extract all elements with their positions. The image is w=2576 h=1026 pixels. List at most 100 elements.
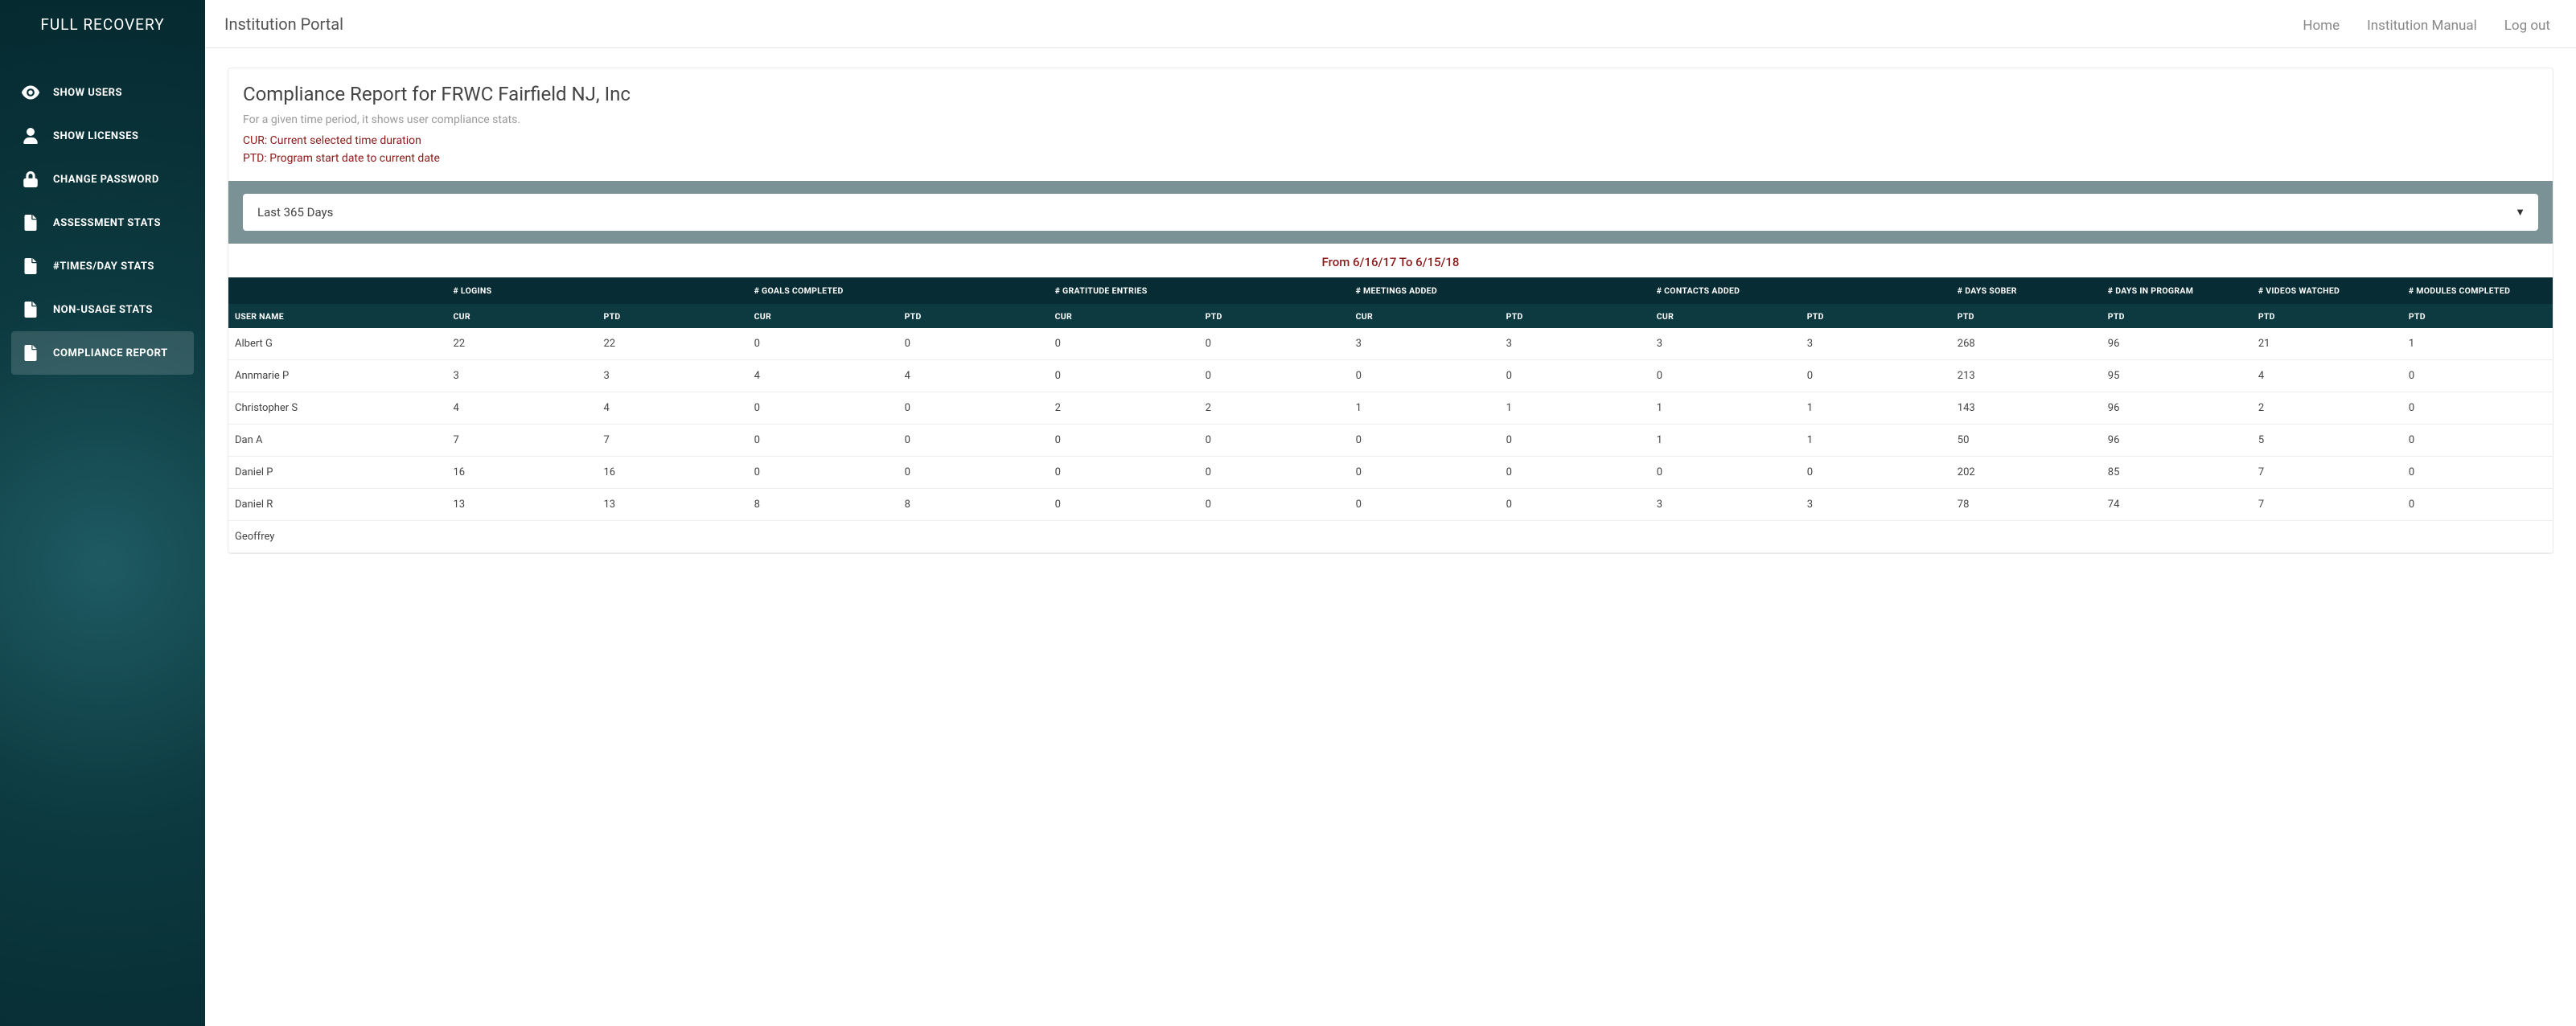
sidebar-item-change-password[interactable]: CHANGE PASSWORD (11, 158, 194, 201)
cell-value (2101, 521, 2252, 553)
cell-value: 78 (1951, 489, 2101, 521)
table-row: Dan A7700000011509650 (228, 425, 2553, 457)
cell-value: 0 (1500, 425, 1650, 457)
cell-value (898, 521, 1049, 553)
cell-value: 96 (2101, 328, 2252, 360)
cell-value (1199, 521, 1350, 553)
column-sub-header: PTD (1500, 305, 1650, 329)
column-group-header: # DAYS SOBER (1951, 277, 2101, 305)
cell-value: 0 (1199, 360, 1350, 392)
column-group-header: # VIDEOS WATCHED (2252, 277, 2402, 305)
cell-value: 16 (598, 457, 748, 489)
cell-value (1951, 521, 2101, 553)
cell-value: 0 (898, 457, 1049, 489)
compliance-panel: Compliance Report for FRWC Fairfield NJ,… (228, 68, 2553, 554)
sidebar-item-show-users[interactable]: SHOW USERS (11, 71, 194, 114)
cell-value: 0 (1350, 425, 1500, 457)
cell-value: 4 (898, 360, 1049, 392)
cell-value (1801, 521, 1951, 553)
cell-value: 50 (1951, 425, 2101, 457)
cell-value (2252, 521, 2402, 553)
sidebar-item-assessment-stats[interactable]: ASSESSMENT STATS (11, 201, 194, 244)
cell-value: 1 (1350, 392, 1500, 425)
cell-value: 0 (748, 328, 898, 360)
cell-value (1049, 521, 1199, 553)
cell-user-name: Christopher S (228, 392, 446, 425)
lock-icon (21, 170, 40, 189)
brand-title: FULL RECOVERY (0, 0, 205, 48)
cell-value: 1 (2402, 328, 2553, 360)
cell-value: 0 (1199, 425, 1350, 457)
cell-value: 1 (1801, 392, 1951, 425)
file-icon (21, 343, 40, 363)
time-selector-bar: Last 365 Days ▼ (228, 181, 2553, 244)
cell-user-name: Geoffrey (228, 521, 446, 553)
portal-title: Institution Portal (224, 14, 343, 34)
cell-value: 0 (2402, 392, 2553, 425)
compliance-table: # LOGINS# GOALS COMPLETED# GRATITUDE ENT… (228, 277, 2553, 553)
cell-value: 143 (1951, 392, 2101, 425)
sidebar-item-non-usage-stats[interactable]: NON-USAGE STATS (11, 288, 194, 331)
column-group-header (228, 277, 446, 305)
sidebar-item-compliance-report[interactable]: COMPLIANCE REPORT (11, 331, 194, 375)
column-sub-header: CUR (1049, 305, 1199, 329)
cell-value: 3 (1801, 328, 1951, 360)
column-sub-header: PTD (2402, 305, 2553, 329)
cell-value (1500, 521, 1650, 553)
cell-value: 22 (446, 328, 597, 360)
table-row: Albert G22220000333326896211 (228, 328, 2553, 360)
cell-value: 4 (748, 360, 898, 392)
column-group-header: # DAYS IN PROGRAM (2101, 277, 2252, 305)
chevron-down-icon: ▼ (2515, 206, 2525, 219)
cell-value: 0 (748, 392, 898, 425)
cell-value: 0 (2402, 360, 2553, 392)
sidebar-item-show-licenses[interactable]: SHOW LICENSES (11, 114, 194, 158)
cell-value: 0 (2402, 489, 2553, 521)
legend-cur: CUR: Current selected time duration (243, 134, 2538, 147)
column-group-header: # GOALS COMPLETED (748, 277, 1049, 305)
cell-value: 0 (898, 392, 1049, 425)
cell-value: 0 (1049, 457, 1199, 489)
cell-value: 3 (446, 360, 597, 392)
cell-value: 8 (748, 489, 898, 521)
cell-value: 3 (598, 360, 748, 392)
cell-value: 2 (1049, 392, 1199, 425)
column-sub-header: PTD (898, 305, 1049, 329)
topbar-link-institution-manual[interactable]: Institution Manual (2367, 18, 2477, 34)
time-range-select[interactable]: Last 365 Days ▼ (243, 194, 2538, 231)
cell-value: 96 (2101, 425, 2252, 457)
cell-value: 0 (1199, 489, 1350, 521)
sidebar: FULL RECOVERY SHOW USERS SHOW LICENSES CHA… (0, 0, 205, 1026)
cell-value: 7 (2252, 489, 2402, 521)
cell-value: 0 (1650, 457, 1801, 489)
cell-value: 7 (598, 425, 748, 457)
cell-user-name: Dan A (228, 425, 446, 457)
cell-value: 0 (1199, 457, 1350, 489)
sidebar-item--times-day-stats[interactable]: #TIMES/DAY STATS (11, 244, 194, 288)
cell-value: 74 (2101, 489, 2252, 521)
cell-value: 0 (898, 425, 1049, 457)
table-row: Christopher S44002211111439620 (228, 392, 2553, 425)
table-row: Daniel R131388000033787470 (228, 489, 2553, 521)
column-sub-header: CUR (748, 305, 898, 329)
sidebar-item-label: SHOW LICENSES (53, 130, 138, 142)
cell-value: 13 (446, 489, 597, 521)
topbar-link-home[interactable]: Home (2303, 18, 2340, 34)
table-row: Geoffrey (228, 521, 2553, 553)
cell-value: 0 (1049, 425, 1199, 457)
cell-value: 0 (1350, 457, 1500, 489)
column-sub-header: PTD (2252, 305, 2402, 329)
cell-value: 0 (1049, 360, 1199, 392)
cell-value (598, 521, 748, 553)
sidebar-item-label: #TIMES/DAY STATS (53, 261, 154, 273)
cell-value: 3 (1801, 489, 1951, 521)
topbar-link-log-out[interactable]: Log out (2504, 18, 2550, 34)
cell-value: 0 (1049, 489, 1199, 521)
column-sub-header: CUR (1350, 305, 1500, 329)
cell-value: 4 (598, 392, 748, 425)
column-group-header: # MEETINGS ADDED (1350, 277, 1650, 305)
cell-value: 2 (2252, 392, 2402, 425)
cell-value: 21 (2252, 328, 2402, 360)
file-icon (21, 213, 40, 232)
sidebar-item-label: ASSESSMENT STATS (53, 217, 161, 229)
